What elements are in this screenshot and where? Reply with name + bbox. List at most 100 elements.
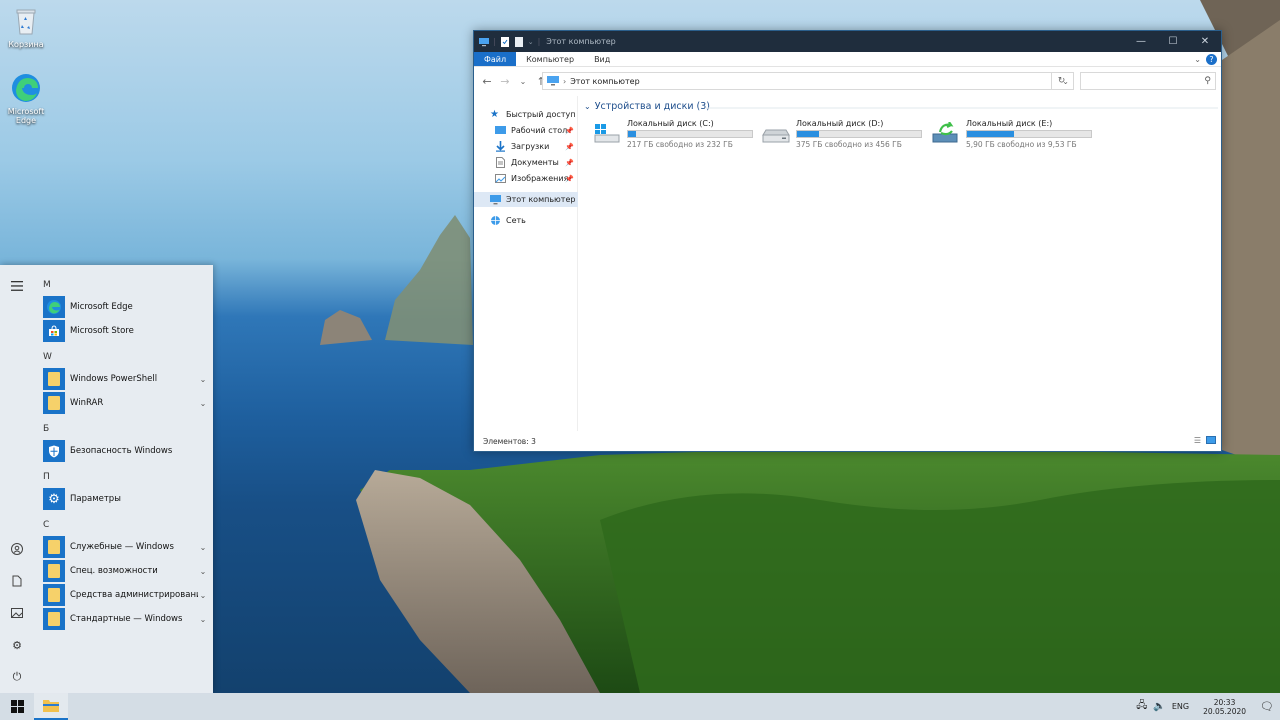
pictures-icon[interactable] xyxy=(9,605,25,621)
tab-computer[interactable]: Компьютер xyxy=(516,52,584,66)
clock-date: 20.05.2020 xyxy=(1203,706,1247,716)
pin-icon[interactable]: 📌 xyxy=(565,127,574,135)
nav-item-label: Этот компьютер xyxy=(506,195,576,204)
network-icon[interactable]: 🖧 xyxy=(1136,698,1147,715)
start-button[interactable] xyxy=(0,693,34,720)
start-item-label: Параметры xyxy=(70,494,121,504)
clock-time: 20:33 xyxy=(1213,697,1236,707)
close-button[interactable]: ✕ xyxy=(1189,31,1221,52)
start-item-accessibility[interactable]: Спец. возможности ⌄ xyxy=(43,560,208,582)
properties-icon[interactable] xyxy=(500,36,510,47)
pin-icon[interactable]: 📌 xyxy=(565,175,574,183)
nav-item-this-pc[interactable]: Этот компьютер xyxy=(474,192,578,207)
start-item-edge[interactable]: Microsoft Edge xyxy=(43,296,208,318)
drive-refresh-icon xyxy=(932,122,958,143)
nav-item-network[interactable]: Сеть xyxy=(474,213,578,228)
breadcrumb[interactable]: Этот компьютер xyxy=(570,77,639,86)
start-item-label: Microsoft Store xyxy=(70,326,134,336)
chevron-down-icon[interactable]: ⌄ xyxy=(198,615,208,624)
edge-icon xyxy=(43,296,65,318)
language-indicator[interactable]: ENG xyxy=(1172,702,1189,711)
star-icon: ★ xyxy=(490,109,499,120)
drive-usage-fill xyxy=(967,131,1015,137)
chevron-down-icon[interactable]: ⌄ xyxy=(198,375,208,384)
volume-icon[interactable]: 🔈 xyxy=(1153,701,1165,712)
start-item-winrar[interactable]: WinRAR ⌄ xyxy=(43,392,208,414)
expand-ribbon-icon[interactable]: ⌄ xyxy=(1194,55,1201,64)
chevron-down-icon[interactable]: ⌄ xyxy=(198,567,208,576)
search-input[interactable]: ⚲ xyxy=(1080,72,1216,90)
clock[interactable]: 20:33 20.05.2020 xyxy=(1203,698,1246,716)
user-icon[interactable] xyxy=(9,541,25,557)
settings-icon[interactable]: ⚙ xyxy=(9,637,25,653)
nav-item-documents[interactable]: Документы 📌 xyxy=(474,155,578,170)
navigation-bar: ← → ⌄ ↑ › Этот компьютер ⌄ ↻ ⚲ xyxy=(474,67,1221,95)
nav-item-quick-access[interactable]: ★ Быстрый доступ xyxy=(474,107,578,122)
network-icon xyxy=(491,216,500,225)
section-letter[interactable]: M xyxy=(43,280,51,290)
customize-toolbar-icon[interactable]: ⌄ xyxy=(528,38,534,46)
folder-icon xyxy=(43,536,65,558)
nav-item-desktop[interactable]: Рабочий стол 📌 xyxy=(474,123,578,138)
start-item-system-tools[interactable]: Служебные — Windows ⌄ xyxy=(43,536,208,558)
tab-view[interactable]: Вид xyxy=(584,52,620,66)
chevron-down-icon[interactable]: ⌄ xyxy=(198,399,208,408)
windows-logo-icon xyxy=(10,700,24,713)
nav-item-label: Документы xyxy=(511,158,559,167)
section-letter[interactable]: Б xyxy=(43,424,49,434)
recent-locations-icon[interactable]: ⌄ xyxy=(517,77,529,86)
content-pane: ⌄ Устройства и диски (3) Локальный диск … xyxy=(584,96,1220,431)
start-item-powershell[interactable]: Windows PowerShell ⌄ xyxy=(43,368,208,390)
nav-item-downloads[interactable]: Загрузки 📌 xyxy=(474,139,578,154)
recycle-bin-icon xyxy=(10,5,42,37)
tab-file[interactable]: Файл xyxy=(474,52,517,66)
desktop-icon-label: Корзина xyxy=(8,40,44,49)
hard-drive-icon xyxy=(762,129,790,143)
chevron-down-icon[interactable]: ⌄ xyxy=(584,102,591,111)
pin-icon[interactable]: 📌 xyxy=(565,159,574,167)
section-letter[interactable]: С xyxy=(43,520,49,530)
section-letter[interactable]: W xyxy=(43,352,52,362)
start-item-label: Windows PowerShell xyxy=(70,374,158,384)
navigation-pane: ★ Быстрый доступ Рабочий стол 📌 Загрузки… xyxy=(474,96,578,431)
details-view-icon[interactable]: ☰ xyxy=(1194,436,1201,445)
pin-icon[interactable]: 📌 xyxy=(565,143,574,151)
chevron-down-icon[interactable]: ⌄ xyxy=(198,591,208,600)
start-item-admin-tools[interactable]: Средства администрирования... ⌄ xyxy=(43,584,208,606)
forward-arrow-icon[interactable]: → xyxy=(499,75,511,88)
section-letter[interactable]: П xyxy=(43,472,50,482)
drive-item-e[interactable]: Локальный диск (E:) 5,90 ГБ свободно из … xyxy=(932,119,1097,149)
start-item-accessories[interactable]: Стандартные — Windows ⌄ xyxy=(43,608,208,630)
drive-free-space: 217 ГБ свободно из 232 ГБ xyxy=(627,140,733,149)
minimize-button[interactable]: — xyxy=(1125,31,1157,52)
start-item-settings[interactable]: ⚙ Параметры xyxy=(43,488,208,510)
group-header[interactable]: ⌄ Устройства и диски (3) xyxy=(584,101,710,112)
refresh-button[interactable]: ↻ xyxy=(1051,72,1071,90)
taskbar-file-explorer[interactable] xyxy=(34,693,68,720)
address-bar[interactable]: › Этот компьютер ⌄ xyxy=(542,72,1074,90)
nav-item-pictures[interactable]: Изображения 📌 xyxy=(474,171,578,186)
nav-item-label: Сеть xyxy=(506,216,526,225)
chevron-down-icon[interactable]: ⌄ xyxy=(198,543,208,552)
back-arrow-icon[interactable]: ← xyxy=(481,75,493,88)
pictures-icon xyxy=(495,174,506,183)
start-item-windows-security[interactable]: Безопасность Windows xyxy=(43,440,208,462)
desktop-icon-label: Microsoft Edge xyxy=(7,107,45,125)
breadcrumb-separator-icon: › xyxy=(563,76,567,86)
folder-icon xyxy=(43,700,59,712)
start-item-store[interactable]: Microsoft Store xyxy=(43,320,208,342)
tiles-view-icon[interactable] xyxy=(1206,436,1216,444)
power-icon[interactable]: ⏻ xyxy=(9,669,25,685)
document-icon[interactable] xyxy=(9,573,25,589)
help-icon[interactable]: ? xyxy=(1206,54,1217,65)
drive-item-c[interactable]: Локальный диск (C:) 217 ГБ свободно из 2… xyxy=(593,119,758,149)
drive-item-d[interactable]: Локальный диск (D:) 375 ГБ свободно из 4… xyxy=(762,119,927,149)
title-bar[interactable]: | ⌄ | Этот компьютер — ☐ ✕ xyxy=(474,31,1221,52)
hamburger-icon[interactable] xyxy=(9,278,25,294)
drive-free-space: 375 ГБ свободно из 456 ГБ xyxy=(796,140,902,149)
new-folder-icon[interactable] xyxy=(514,36,524,47)
desktop-icon-edge[interactable]: Microsoft Edge xyxy=(1,72,51,125)
notification-icon[interactable]: 🗨 xyxy=(1260,700,1274,713)
desktop-icon-recycle-bin[interactable]: Корзина xyxy=(1,5,51,49)
maximize-button[interactable]: ☐ xyxy=(1157,31,1189,52)
